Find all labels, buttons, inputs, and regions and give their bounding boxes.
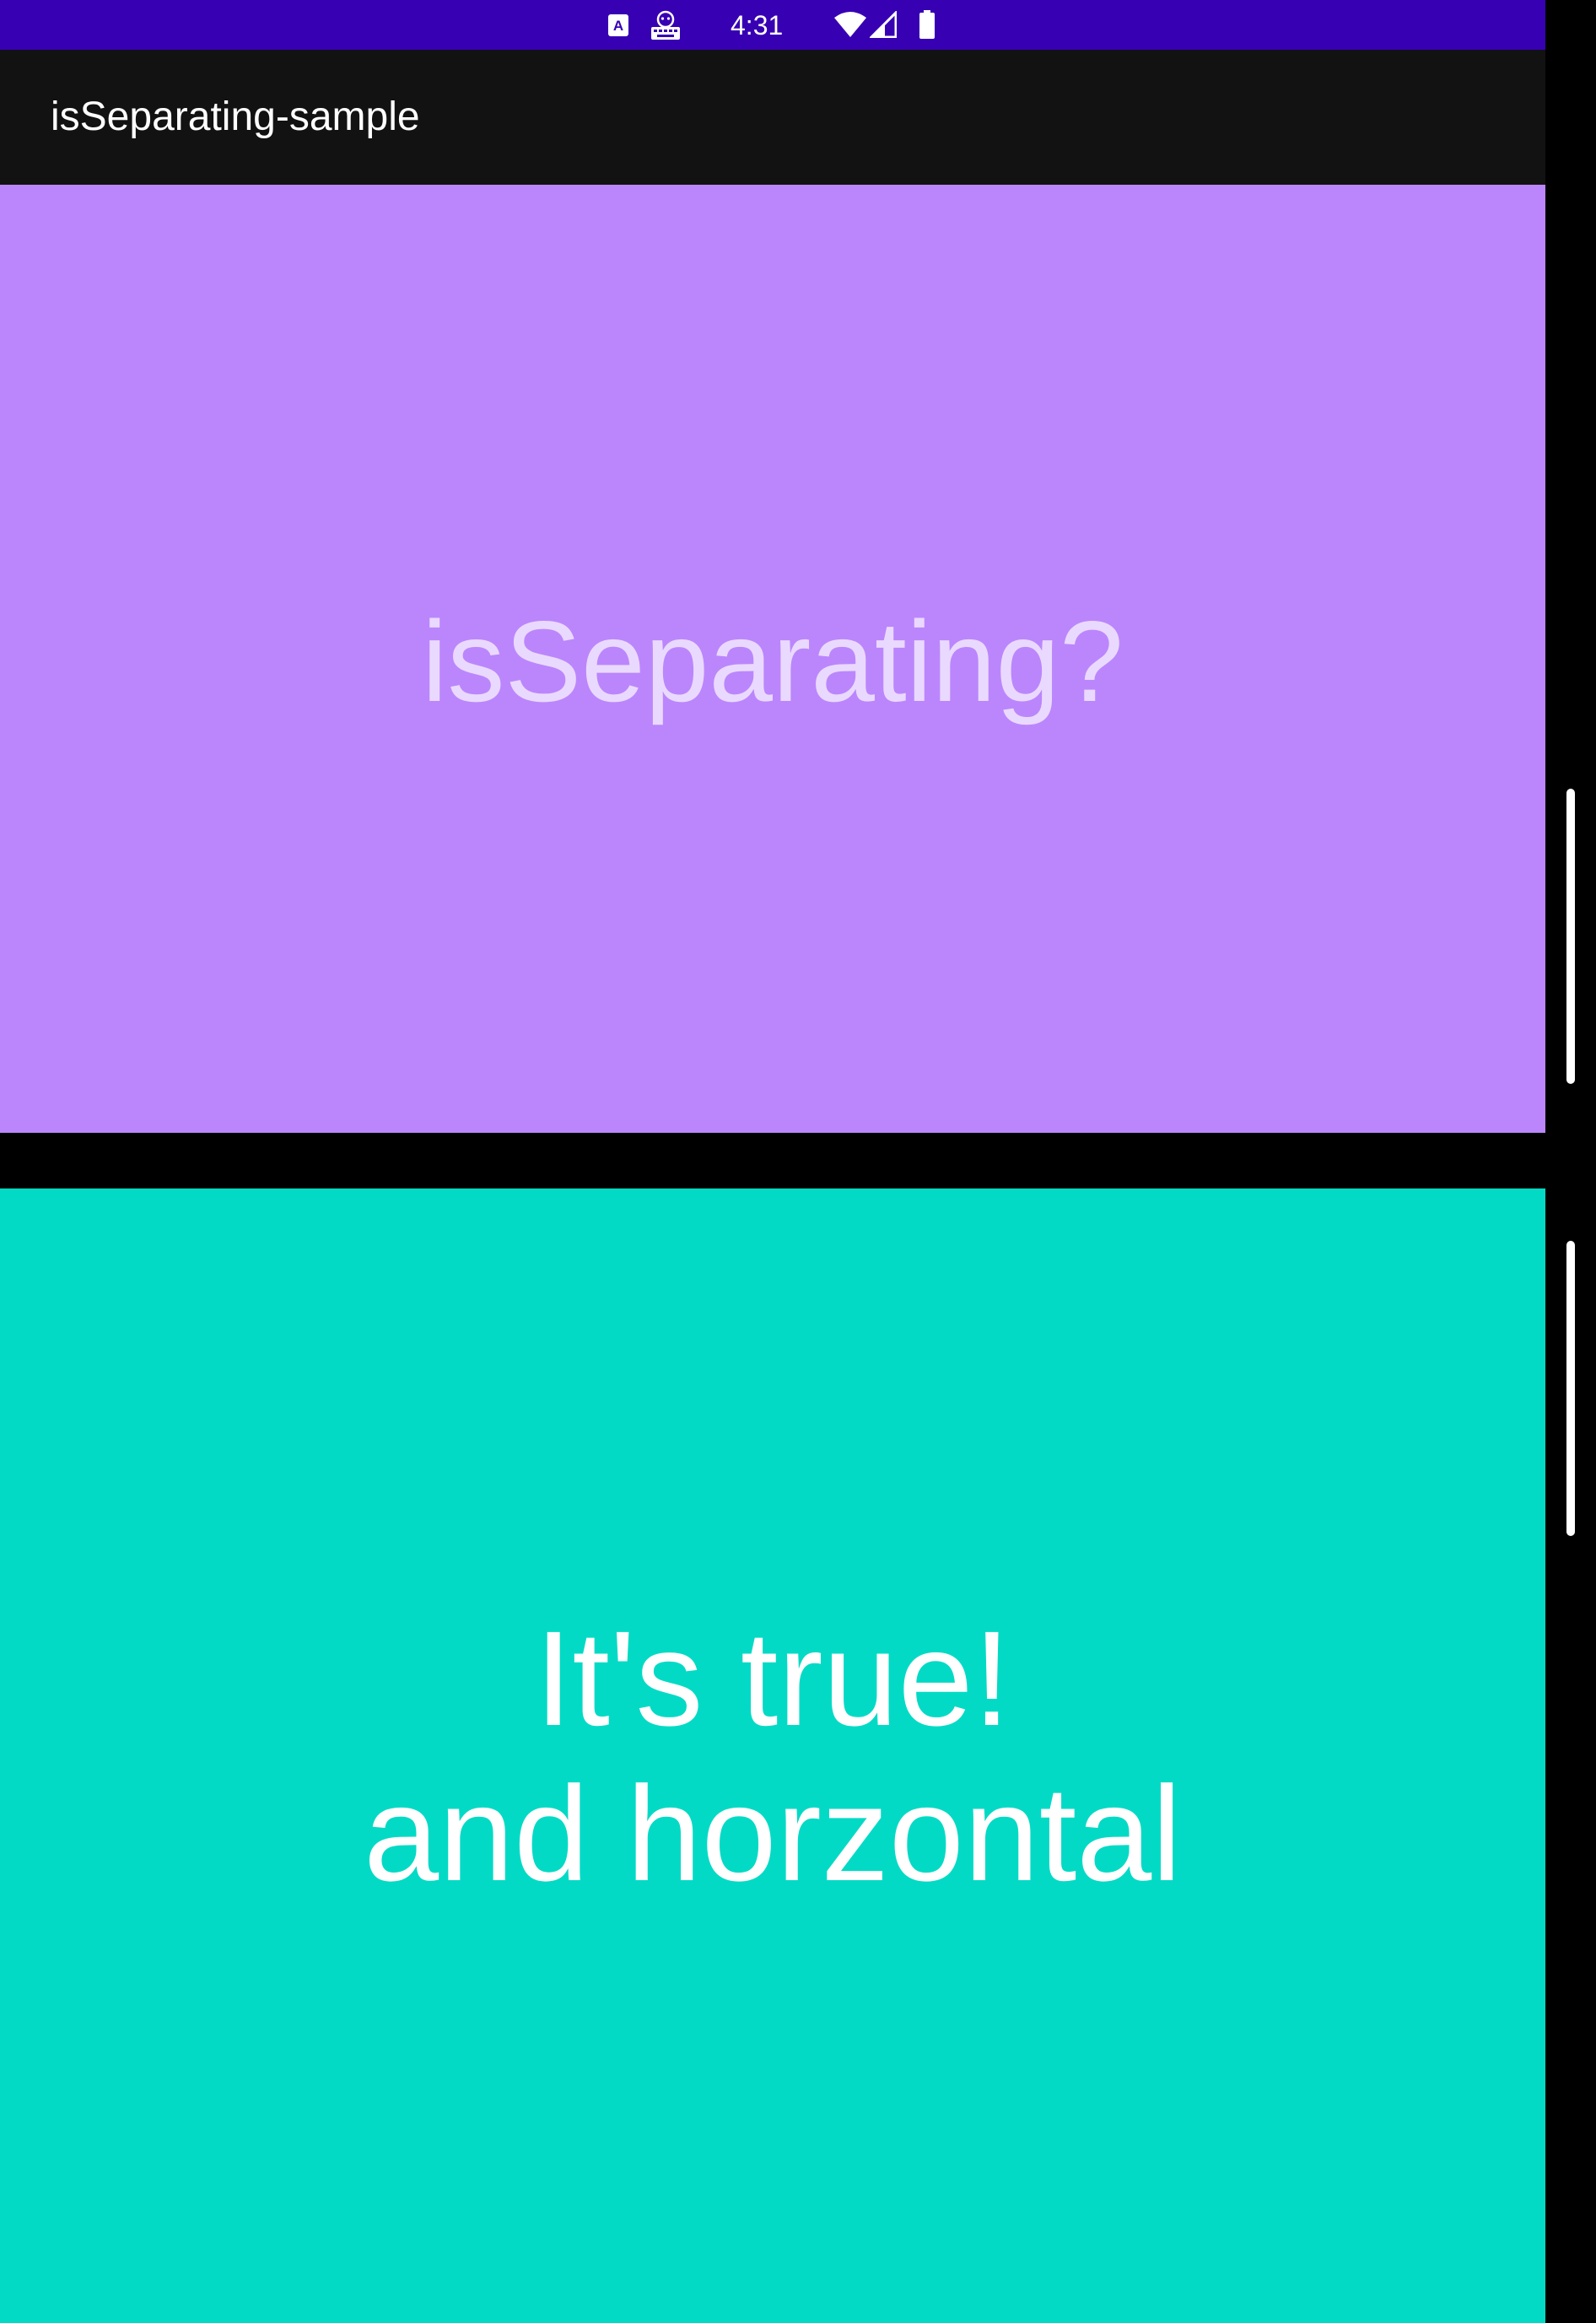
hinge-separator <box>0 1133 1545 1188</box>
result-line-1: It's true! <box>534 1602 1011 1754</box>
text-notification-letter: A <box>612 17 624 34</box>
is-separating-question: isSeparating? <box>422 597 1124 725</box>
bottom-pane: It's true! and horzontal <box>0 1188 1545 2323</box>
status-time: 4:31 <box>731 10 784 40</box>
edge-gesture-handle-top[interactable] <box>1566 789 1575 1084</box>
app-title: isSeparating-sample <box>51 94 420 139</box>
status-bar: A 4:31 <box>0 0 1545 50</box>
status-bar-content: A 4:31 <box>0 0 1545 50</box>
top-pane: isSeparating? <box>0 185 1545 1133</box>
separating-result: It's true! and horzontal <box>364 1601 1182 1911</box>
wifi-icon <box>834 12 866 37</box>
device-screen: A 4:31 isSeparating-sample isSeparating?… <box>0 0 1596 2323</box>
edge-gesture-handle-bottom[interactable] <box>1566 1241 1575 1536</box>
result-line-2: and horzontal <box>364 1757 1182 1909</box>
text-notification-icon: A <box>608 14 628 36</box>
cell-signal-icon <box>870 11 897 38</box>
app-bar: isSeparating-sample <box>0 50 1545 185</box>
battery-icon <box>919 10 935 39</box>
keyboard-notification-icon <box>651 10 680 40</box>
edge-strip <box>1545 0 1596 2323</box>
